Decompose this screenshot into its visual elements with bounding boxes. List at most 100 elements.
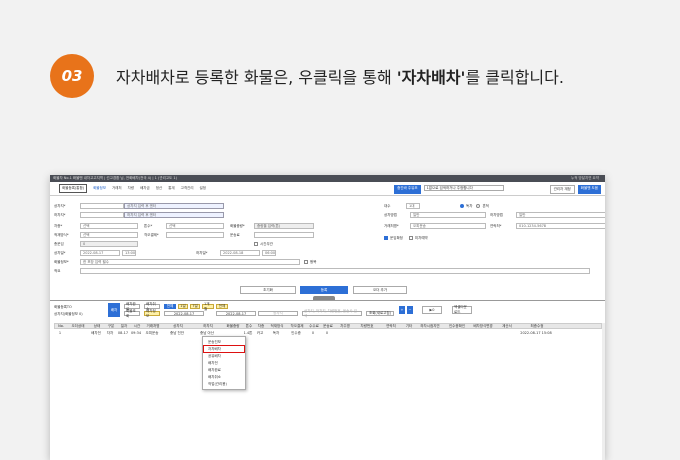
- excel-button[interactable]: 엑셀다운로드: [452, 305, 472, 314]
- count-select[interactable]: 1대: [406, 203, 420, 209]
- reserve-checkbox[interactable]: [408, 236, 413, 240]
- cargo-info-field[interactable]: 한 포장 입력 필수: [80, 259, 300, 265]
- step-badge: 03: [50, 54, 94, 98]
- radio-mixed[interactable]: 혼적: [476, 204, 489, 209]
- fare-confirm-checkbox[interactable]: [384, 236, 388, 240]
- menu-item-customer[interactable]: 고객관리: [181, 186, 194, 191]
- radio-solo[interactable]: 독차: [460, 204, 472, 209]
- tonnage-select[interactable]: 선택: [166, 223, 224, 229]
- radio-mixed-dot[interactable]: [476, 204, 481, 208]
- ctx-item-admin[interactable]: 작업(관리용): [203, 381, 245, 388]
- loading-select[interactable]: 선택: [80, 232, 138, 238]
- col-freight: 운송료: [323, 323, 333, 328]
- remove-row-icon[interactable]: −: [407, 306, 413, 314]
- menu-main-button[interactable]: 화물등록(통합): [59, 184, 88, 193]
- form-action-buttons: 초기화 등록 오더 추가: [50, 286, 605, 296]
- ctx-item-dispatch-done[interactable]: 배차완료: [203, 367, 245, 374]
- col-date: 일자: [120, 323, 128, 328]
- menu-item-stats[interactable]: 통계: [168, 186, 174, 191]
- pickup-time-select[interactable]: 13:00: [122, 250, 136, 256]
- grid-label-2: 상차지(화물정보 0): [54, 312, 83, 316]
- menu-item-settings[interactable]: 설정: [200, 186, 206, 191]
- grid-search-field[interactable]: 상차지: [258, 311, 298, 316]
- loading-label: 적재방식*: [54, 232, 69, 237]
- payment-select[interactable]: [166, 232, 224, 238]
- pickup-date-field[interactable]: 2022-08-17: [80, 250, 120, 256]
- grid-search2-field[interactable]: 상차지, 하차지, 차량번호, 운송사 검색: [302, 309, 362, 318]
- roundtrip-check[interactable]: 왕복: [304, 260, 316, 265]
- payment-label: 착오결제*: [144, 232, 159, 237]
- col-tonnage: 톤수: [245, 323, 253, 328]
- count-label: 대수: [384, 203, 391, 208]
- pickup-field[interactable]: 상차지 입력 후 엔터: [124, 203, 224, 209]
- dispatch-toggle[interactable]: 배차: [108, 303, 120, 317]
- dropoff-date-label: 하차일*: [196, 250, 208, 255]
- add-order-button[interactable]: 오더 추가: [353, 286, 407, 294]
- memo-field[interactable]: [80, 268, 590, 274]
- pickup-prefix[interactable]: [80, 203, 124, 209]
- header-user[interactable]: 관리자 계정: [549, 185, 575, 194]
- menu-item-cargo[interactable]: 화물정보: [93, 186, 106, 191]
- ctx-item-before-dispatch[interactable]: 배차전: [203, 360, 245, 367]
- menu-item-settlement[interactable]: 정산: [156, 186, 162, 191]
- refresh-button[interactable]: 조회(새로고침): [366, 311, 394, 316]
- radio-solo-label: 독차: [466, 203, 473, 208]
- dropoff-time-select[interactable]: 06:00: [262, 250, 276, 256]
- form-row-client: 거래처명* 오피운송 연락처* 010-1234-5678: [384, 222, 605, 230]
- vertical-scrollbar[interactable]: [602, 323, 605, 460]
- client-label: 거래처명*: [384, 223, 399, 228]
- menu-item-client[interactable]: 거래처: [112, 186, 122, 191]
- dispatch-info-button[interactable]: 배차정보: [144, 309, 160, 318]
- grid-count: 0: [432, 308, 435, 312]
- date-from-field[interactable]: 2022-08-17: [164, 311, 204, 316]
- ctx-item-dispatch-cancel[interactable]: 배차취소: [203, 374, 245, 381]
- grid-label-1: 화물등록TO: [54, 305, 72, 309]
- client-field[interactable]: 오피운송: [410, 223, 486, 229]
- date-to-field[interactable]: 2022-08-17: [216, 311, 256, 316]
- table-header: No. 오더상태 상태 구분 일자 시간 거래처명 상차지 하차지 화물중량 톤…: [54, 323, 602, 329]
- cargo-form: 상차지* 상차지 입력 후 엔터 하차지* 하차지 입력 후 엔터 차종* 선택…: [54, 202, 605, 292]
- roundtrip-checkbox[interactable]: [304, 260, 308, 264]
- menu-item-dispatch-fee[interactable]: 배차금: [140, 186, 150, 191]
- menu-item-vehicle[interactable]: 차량: [128, 186, 134, 191]
- dropoff-date-field[interactable]: 2022-08-18: [220, 250, 260, 256]
- chip-7day[interactable]: 7일: [190, 304, 200, 309]
- col-delay: 하차시점지연: [420, 323, 440, 328]
- add-row-icon[interactable]: +: [399, 306, 405, 314]
- table-row[interactable]: 1 배차전 자차 08-17 09:34 오피운송 충남 천안 충남 아산 1.…: [54, 330, 602, 336]
- header-help-button[interactable]: 화물맨 도움: [577, 185, 601, 194]
- phone-field[interactable]: 010-1234-5678: [516, 223, 605, 229]
- cell-no: 1: [58, 331, 62, 335]
- cell-tonnage: 1.4톤: [243, 330, 253, 335]
- radio-solo-dot[interactable]: [460, 204, 464, 208]
- unload-method-select[interactable]: 일반: [516, 212, 605, 218]
- freight-label: 운송료: [230, 232, 240, 237]
- memo-label: 적요: [54, 268, 61, 273]
- header-button[interactable]: 중간바 주유조: [394, 185, 421, 194]
- freight-field[interactable]: [254, 232, 314, 238]
- dropoff-prefix[interactable]: [80, 212, 124, 218]
- chip-all[interactable]: 전체: [164, 304, 176, 309]
- form-row-memo: 적요: [54, 267, 590, 275]
- time-any-checkbox[interactable]: [254, 242, 258, 246]
- reserve-check[interactable]: 미차예약: [408, 236, 428, 241]
- weight-field[interactable]: 중량을 입력(톤): [254, 223, 314, 229]
- ctx-item-shared-dispatch[interactable]: 공유배차: [203, 353, 245, 360]
- load-method-select[interactable]: 일반: [410, 212, 486, 218]
- header-search[interactable]: 1없으로 검색하거나 주정합니다: [423, 185, 504, 191]
- form-row-dropoff: 하차지* 하차지 입력 후 엔터: [54, 211, 224, 219]
- time-any-check[interactable]: 시간무관: [254, 242, 273, 247]
- cell-dropoff: 충남 아산: [200, 330, 214, 335]
- register-button[interactable]: 등록: [300, 286, 348, 294]
- reset-button[interactable]: 초기화: [240, 286, 296, 294]
- col-client: 거래처명: [146, 323, 160, 328]
- chip-1day[interactable]: 1일: [178, 304, 188, 309]
- chip-1month[interactable]: 1개월: [202, 302, 214, 311]
- cargo-query-button[interactable]: 화물조회: [124, 309, 140, 318]
- fare-confirm-check[interactable]: 운임확정: [384, 236, 403, 241]
- total-label: 총운임: [54, 241, 64, 246]
- chip-all-2[interactable]: 전체: [216, 304, 228, 309]
- form-row-loading: 적재방식* 선택 착오결제* 운송료: [54, 231, 314, 239]
- vehicle-type-select[interactable]: 선택: [80, 223, 138, 229]
- dropoff-field[interactable]: 하차지 입력 후 엔터: [124, 212, 224, 218]
